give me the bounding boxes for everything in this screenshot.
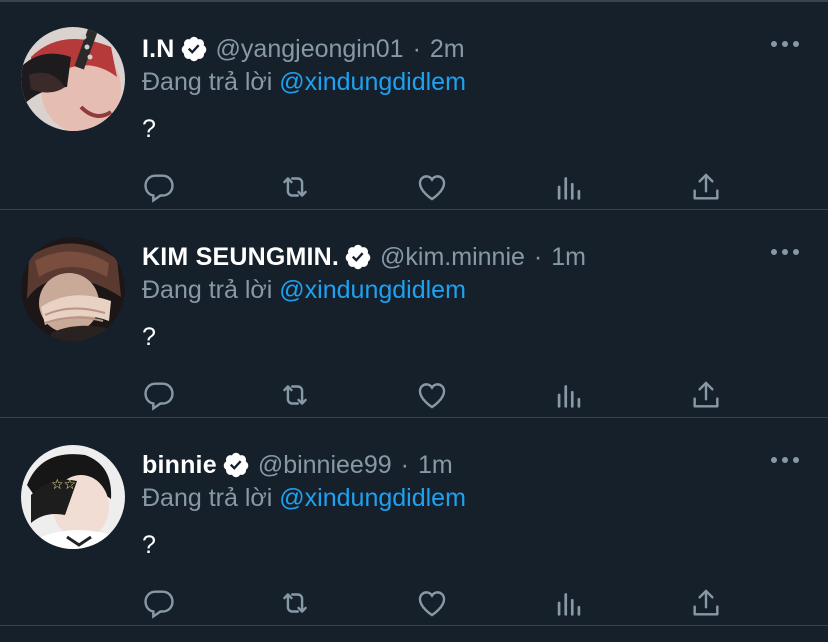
tweet-text: ? bbox=[142, 115, 156, 143]
display-name[interactable]: binnie bbox=[142, 451, 217, 480]
more-dots-icon[interactable] bbox=[770, 244, 800, 255]
timestamp[interactable]: 1m bbox=[418, 451, 453, 480]
separator-dot: · bbox=[400, 450, 409, 479]
avatar[interactable] bbox=[21, 237, 125, 341]
heart-icon[interactable] bbox=[415, 170, 449, 204]
separator-dot: · bbox=[533, 242, 543, 271]
timestamp[interactable]: 1m bbox=[551, 243, 586, 272]
more-dots-icon[interactable] bbox=[770, 452, 800, 463]
user-handle[interactable]: @kim.minnie bbox=[380, 243, 525, 272]
replying-to-line: Đang trả lời @xindungdidlem bbox=[142, 68, 466, 97]
timestamp[interactable]: 2m bbox=[430, 35, 465, 64]
display-name[interactable]: KIM SEUNGMIN. bbox=[142, 243, 339, 272]
analytics-icon[interactable] bbox=[552, 586, 586, 620]
display-name[interactable]: I.N bbox=[142, 35, 175, 64]
avatar[interactable]: ☆☆ bbox=[21, 445, 125, 549]
replying-to-label: Đang trả lời bbox=[142, 276, 273, 304]
verified-badge-icon bbox=[180, 35, 208, 63]
tweet-3[interactable]: ☆☆ binnie @binniee99 · 1m Đang trả lời @… bbox=[0, 418, 828, 626]
tweet-header: binnie @binniee99 · 1m bbox=[142, 444, 453, 486]
svg-text:☆☆: ☆☆ bbox=[51, 477, 76, 493]
mention-link[interactable]: @xindungdidlem bbox=[279, 484, 466, 512]
tweet-actions bbox=[142, 170, 742, 204]
tweet-text: ? bbox=[142, 531, 156, 559]
tweet-header: I.N @yangjeongin01 · 2m bbox=[142, 28, 465, 70]
reply-icon[interactable] bbox=[142, 586, 176, 620]
retweet-icon[interactable] bbox=[278, 378, 312, 412]
tweet-text: ? bbox=[142, 323, 156, 351]
tweet-header: KIM SEUNGMIN. @kim.minnie · 1m bbox=[142, 236, 586, 278]
retweet-icon[interactable] bbox=[278, 170, 312, 204]
heart-icon[interactable] bbox=[415, 586, 449, 620]
tweet-actions bbox=[142, 586, 742, 620]
more-dots-icon[interactable] bbox=[770, 36, 800, 47]
tweet-2[interactable]: KIM SEUNGMIN. @kim.minnie · 1m Đang trả … bbox=[0, 210, 828, 418]
replying-to-label: Đang trả lời bbox=[142, 68, 273, 96]
reply-icon[interactable] bbox=[142, 170, 176, 204]
user-handle[interactable]: @yangjeongin01 bbox=[216, 35, 404, 64]
mention-link[interactable]: @xindungdidlem bbox=[279, 68, 466, 96]
tweet-1[interactable]: I.N @yangjeongin01 · 2m Đang trả lời @xi… bbox=[0, 2, 828, 210]
avatar[interactable] bbox=[21, 27, 125, 131]
user-handle[interactable]: @binniee99 bbox=[258, 451, 392, 480]
tweet-actions bbox=[142, 378, 742, 412]
replying-to-line: Đang trả lời @xindungdidlem bbox=[142, 276, 466, 305]
retweet-icon[interactable] bbox=[278, 586, 312, 620]
replying-to-line: Đang trả lời @xindungdidlem bbox=[142, 484, 466, 513]
separator-dot: · bbox=[412, 34, 421, 63]
analytics-icon[interactable] bbox=[552, 170, 586, 204]
share-icon[interactable] bbox=[689, 378, 723, 412]
heart-icon[interactable] bbox=[415, 378, 449, 412]
share-icon[interactable] bbox=[689, 586, 723, 620]
analytics-icon[interactable] bbox=[552, 378, 586, 412]
reply-icon[interactable] bbox=[142, 378, 176, 412]
share-icon[interactable] bbox=[689, 170, 723, 204]
tweet-feed: I.N @yangjeongin01 · 2m Đang trả lời @xi… bbox=[0, 0, 828, 642]
mention-link[interactable]: @xindungdidlem bbox=[279, 276, 466, 304]
verified-badge-icon bbox=[222, 451, 250, 479]
replying-to-label: Đang trả lời bbox=[142, 484, 273, 512]
verified-badge-icon bbox=[344, 243, 372, 271]
